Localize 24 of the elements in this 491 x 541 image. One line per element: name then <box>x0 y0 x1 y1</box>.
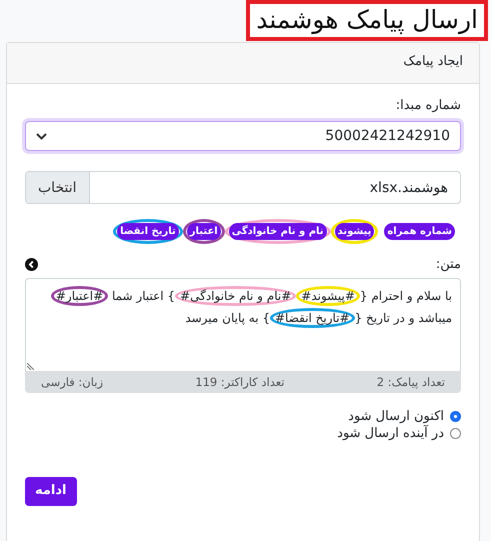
status-text: تعداد کاراکتر: 119 <box>195 375 285 389</box>
radio-button[interactable] <box>450 428 461 439</box>
field-label: شماره مبدا: <box>394 98 461 113</box>
radio-label[interactable]: اکنون ارسال شود <box>348 409 444 424</box>
tag-chip[interactable]: پیشوند <box>334 223 374 240</box>
radio-button[interactable] <box>450 411 461 422</box>
file-name: هوشمند.xlsx <box>368 178 449 198</box>
chevron-down-icon <box>36 132 47 140</box>
sender-select[interactable]: 50002421242910 <box>25 121 461 151</box>
page-title: ارسال پیامک هوشمند <box>246 0 488 41</box>
tag-chip[interactable]: تاریخ انقضا <box>117 223 179 240</box>
resize-handle-icon <box>27 363 34 370</box>
tag-chip[interactable]: نام و نام خانوادگی <box>228 223 327 240</box>
tag-chip[interactable]: اعتبار <box>186 223 221 240</box>
radio-label[interactable]: در آینده ارسال شود <box>337 426 444 441</box>
field-label: متن: <box>436 257 461 272</box>
status-text: زبان: فارسی <box>41 375 104 389</box>
file-input[interactable]: هوشمند.xlsx انتخاب <box>25 171 461 204</box>
tag-chip[interactable]: شماره همراه <box>384 223 455 240</box>
choose-file-button[interactable]: انتخاب <box>26 172 90 203</box>
continue-button[interactable]: ادامه <box>25 477 77 506</box>
chevron-left-circle-icon[interactable] <box>25 258 38 271</box>
status-text: تعداد پیامک: 2 <box>376 375 445 389</box>
card-title: ایجاد پیامک <box>403 54 463 69</box>
